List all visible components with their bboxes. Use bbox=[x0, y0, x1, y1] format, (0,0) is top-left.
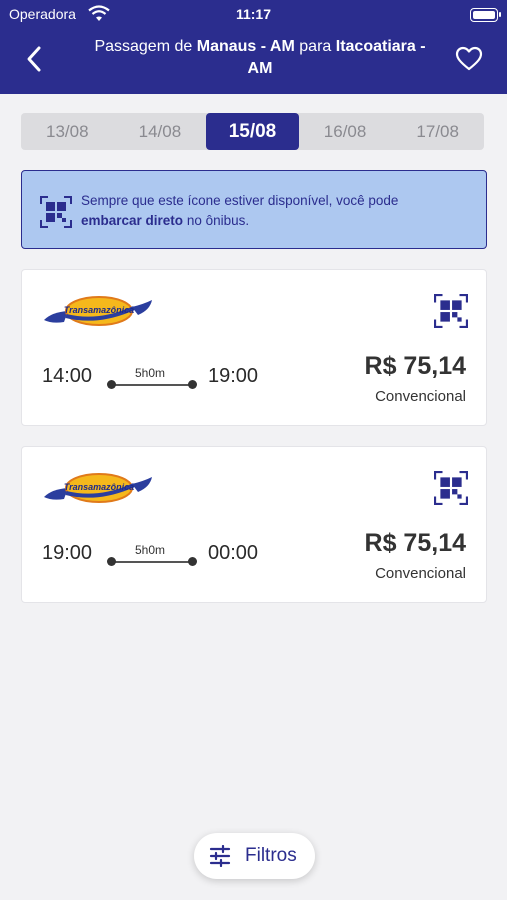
qr-boarding-icon bbox=[40, 196, 72, 228]
trip-card[interactable]: Transamazônica 14:00 5h0m 19:00 R$ 75,14… bbox=[21, 269, 487, 426]
trip-price: R$ 75,14 bbox=[364, 529, 466, 557]
date-tab-1708[interactable]: 17/08 bbox=[391, 113, 484, 150]
trip-duration: 5h0m bbox=[135, 543, 166, 557]
title-origin: Manaus - AM bbox=[196, 38, 295, 55]
qr-boarding-icon bbox=[434, 471, 468, 505]
route-start-dot bbox=[107, 380, 116, 389]
bus-company-logo: Transamazônica bbox=[44, 473, 152, 503]
route-end-dot bbox=[188, 380, 197, 389]
date-selector: 13/08 14/08 15/08 16/08 17/08 bbox=[21, 113, 484, 150]
bus-class: Convencional bbox=[375, 565, 466, 582]
filter-button[interactable]: Filtros bbox=[194, 833, 315, 879]
departure-time: 19:00 bbox=[42, 542, 93, 564]
svg-text:Transamazônica: Transamazônica bbox=[64, 482, 134, 492]
info-banner: Sempre que este ícone estiver disponível… bbox=[21, 170, 487, 249]
title-destination-state: AM bbox=[247, 60, 273, 77]
trip-card[interactable]: Transamazônica 19:00 5h0m 00:00 R$ 75,14… bbox=[21, 446, 487, 603]
title-destination: Itacoatiara - bbox=[335, 38, 426, 55]
svg-text:Transamazônica: Transamazônica bbox=[64, 305, 134, 315]
title-prefix: Passagem de bbox=[94, 38, 193, 55]
title-connector: para bbox=[299, 38, 332, 55]
date-tab-1408[interactable]: 14/08 bbox=[114, 113, 207, 150]
date-tab-1308[interactable]: 13/08 bbox=[21, 113, 114, 150]
info-text-bold: embarcar direto bbox=[81, 213, 184, 228]
app-header: Operadora 11:17 Passagem de Manaus - AM … bbox=[0, 0, 507, 94]
sliders-icon bbox=[209, 845, 231, 867]
clock: 11:17 bbox=[235, 6, 272, 22]
date-tab-1608[interactable]: 16/08 bbox=[299, 113, 392, 150]
departure-time: 14:00 bbox=[42, 365, 93, 387]
route-line bbox=[111, 561, 193, 563]
heart-icon[interactable] bbox=[455, 46, 483, 72]
route-line bbox=[111, 384, 193, 386]
bus-company-logo: Transamazônica bbox=[44, 296, 152, 326]
status-bar: Operadora 11:17 bbox=[0, 5, 507, 25]
bus-class: Convencional bbox=[375, 388, 466, 405]
date-tab-1508[interactable]: 15/08 bbox=[206, 113, 299, 150]
back-arrow-icon[interactable] bbox=[22, 44, 48, 74]
battery-icon bbox=[470, 8, 501, 22]
info-text: Sempre que este ícone estiver disponível… bbox=[81, 191, 481, 231]
info-text-start: Sempre que este ícone estiver disponível… bbox=[81, 193, 399, 208]
arrival-time: 19:00 bbox=[208, 365, 259, 387]
trip-duration: 5h0m bbox=[135, 366, 166, 380]
filter-label: Filtros bbox=[245, 845, 297, 866]
info-text-end: no ônibus. bbox=[186, 213, 250, 228]
qr-boarding-icon bbox=[434, 294, 468, 328]
trip-price: R$ 75,14 bbox=[364, 352, 466, 380]
route-start-dot bbox=[107, 557, 116, 566]
page-title: Passagem de Manaus - AM para Itacoatiara… bbox=[80, 36, 440, 80]
arrival-time: 00:00 bbox=[208, 542, 259, 564]
route-end-dot bbox=[188, 557, 197, 566]
